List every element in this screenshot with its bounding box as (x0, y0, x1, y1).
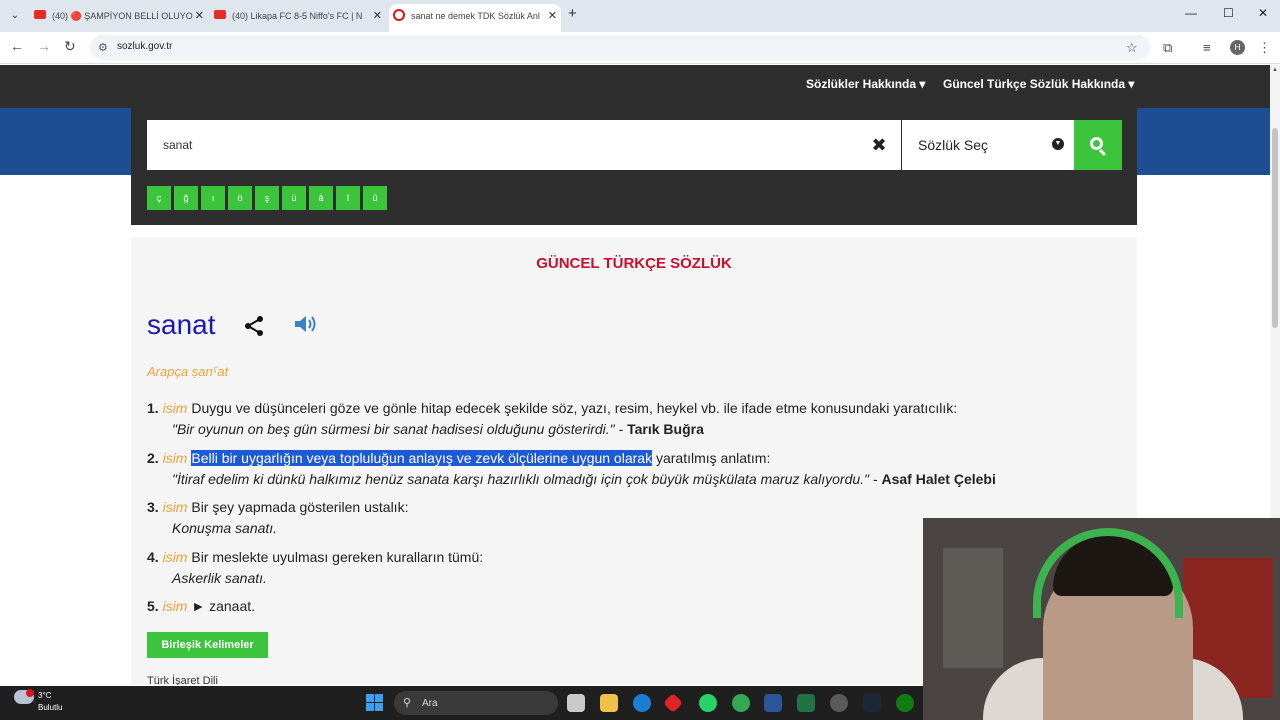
reload-button[interactable]: ↻ (64, 38, 76, 55)
obs-icon[interactable] (830, 694, 848, 712)
whatsapp-icon[interactable] (699, 694, 717, 712)
dictionary-select[interactable]: Sözlük Seç ▼ (902, 120, 1074, 170)
bookmark-star-icon[interactable]: ☆ (1126, 40, 1138, 56)
char-button[interactable]: î (336, 186, 360, 210)
dictionary-title: GÜNCEL TÜRKÇE SÖZLÜK (536, 255, 732, 272)
url-text: sozluk.gov.tr (117, 41, 173, 52)
nav-about-current-dictionary[interactable]: Güncel Türkçe Sözlük Hakkında ▾ (943, 77, 1134, 91)
tab-close-icon[interactable]: ✕ (195, 4, 204, 28)
char-button[interactable]: ç (147, 186, 171, 210)
meaning-example: Askerlik sanatı. (172, 570, 267, 586)
word-icon[interactable] (764, 694, 782, 712)
site-info-icon[interactable]: ⚙ (98, 41, 108, 54)
tdk-icon (393, 9, 405, 21)
address-bar[interactable]: ⚙ sozluk.gov.tr (90, 35, 1150, 60)
taskbar-search-placeholder: Ara (422, 698, 438, 709)
scrollbar-thumb[interactable] (1272, 128, 1278, 328)
tab-search-chevron-icon[interactable]: ⌄ (6, 7, 24, 25)
meaning-example: "Bir oyunun on beş gün sürmesi bir sanat… (172, 421, 704, 437)
search-button[interactable] (1074, 120, 1122, 170)
sign-language-link[interactable]: Türk İşaret Dili (147, 675, 218, 685)
meaning-item: 4. isim Bir meslekte uyulması gereken ku… (147, 549, 484, 565)
compound-words-button[interactable]: Birleşik Kelimeler (147, 632, 268, 658)
char-button[interactable]: â (309, 186, 333, 210)
browser-tab-1[interactable]: (40) 🔴 ŞAMPİYON BELLİ OLUYO ✕ (30, 4, 208, 32)
scroll-up-icon[interactable]: ▲ (1272, 67, 1278, 73)
forward-button[interactable]: → (37, 38, 51, 54)
meaning-example: "İtiraf edelim ki dünkü halkımız henüz s… (172, 471, 996, 487)
nav-about-dictionaries[interactable]: Sözlükler Hakkında ▾ (806, 77, 925, 91)
meaning-example: Konuşma sanatı. (172, 520, 278, 536)
char-button[interactable]: ö (228, 186, 252, 210)
headword: sanat (147, 309, 216, 340)
tab-title: sanat ne demek TDK Sözlük Anl (411, 11, 540, 21)
windows-start-icon[interactable] (366, 694, 383, 711)
browser-toolbar: ← → ↻ ⚙ sozluk.gov.tr ☆ ⧉ ≡ ⋮ (0, 32, 1280, 64)
meaning-item: 3. isim Bir şey yapmada gösterilen ustal… (147, 499, 409, 515)
chevron-down-icon: ▼ (1052, 138, 1064, 150)
xbox-icon[interactable] (896, 694, 914, 712)
selected-text: Belli bir uygarlığın veya topluluğun anl… (191, 450, 653, 466)
youtube-icon (34, 10, 46, 19)
new-tab-button[interactable]: + (568, 5, 577, 22)
weather-temperature[interactable]: 3°C (38, 691, 51, 700)
webcam-overlay (923, 518, 1280, 720)
site-top-nav: Sözlükler Hakkında ▾ Güncel Türkçe Sözlü… (0, 65, 1270, 108)
char-button[interactable]: ı (201, 186, 225, 210)
close-window-button[interactable]: ✕ (1258, 6, 1268, 20)
tab-title: (40) Likapa FC 8-5 Niffo's FC | N (232, 11, 363, 21)
minimize-button[interactable]: — (1185, 6, 1197, 20)
edge-icon[interactable] (633, 694, 651, 712)
profile-avatar[interactable]: H (1230, 40, 1245, 55)
word-origin: Arapça ṣanˁat (147, 364, 229, 379)
search-panel: ✖ Sözlük Seç ▼ ç ğ ı ö ş ü â î û (131, 108, 1137, 225)
excel-icon[interactable] (797, 694, 815, 712)
browser-menu-icon[interactable]: ⋮ (1258, 40, 1271, 56)
meaning-item: 2. isim Belli bir uygarlığın veya toplul… (147, 450, 771, 466)
back-button[interactable]: ← (10, 38, 24, 54)
browser-tab-2[interactable]: (40) Likapa FC 8-5 Niffo's FC | N ✕ (210, 4, 386, 32)
extensions-icon[interactable]: ⧉ (1163, 40, 1172, 56)
clear-search-icon[interactable]: ✖ (857, 120, 901, 170)
reading-list-icon[interactable]: ≡ (1203, 40, 1211, 55)
file-explorer-icon[interactable] (600, 694, 618, 712)
dictionary-select-label: Sözlük Seç (918, 137, 989, 153)
meaning-item: 1. isim Duygu ve düşünceleri göze ve gön… (147, 400, 958, 416)
notification-badge (26, 689, 34, 697)
search-input[interactable] (147, 120, 857, 170)
taskbar-search[interactable]: ⚲ Ara (394, 691, 558, 715)
char-button[interactable]: ğ (174, 186, 198, 210)
share-icon[interactable] (243, 315, 265, 337)
weather-description[interactable]: Bulutlu (38, 703, 62, 712)
app-red-icon[interactable] (663, 693, 683, 713)
maximize-button[interactable]: ☐ (1223, 6, 1234, 20)
task-view-icon[interactable] (567, 694, 585, 712)
windows-taskbar: 3°C Bulutlu ⚲ Ara (0, 686, 923, 720)
chrome-icon[interactable] (732, 694, 750, 712)
char-button[interactable]: û (363, 186, 387, 210)
browser-tab-bar: ⌄ (40) 🔴 ŞAMPİYON BELLİ OLUYO ✕ (40) Lik… (0, 0, 1280, 32)
speaker-icon[interactable] (293, 313, 319, 335)
char-button[interactable]: ü (282, 186, 306, 210)
youtube-icon (214, 10, 226, 19)
tab-close-icon[interactable]: ✕ (373, 4, 382, 28)
tab-close-icon[interactable]: ✕ (548, 4, 557, 28)
meaning-item: 5. isim ► zanaat. (147, 598, 256, 614)
steam-icon[interactable] (863, 694, 881, 712)
tab-title: (40) 🔴 ŞAMPİYON BELLİ OLUYO (52, 11, 193, 21)
search-icon: ⚲ (403, 697, 412, 709)
browser-tab-3[interactable]: sanat ne demek TDK Sözlük Anl ✕ (389, 4, 561, 32)
char-button[interactable]: ş (255, 186, 279, 210)
